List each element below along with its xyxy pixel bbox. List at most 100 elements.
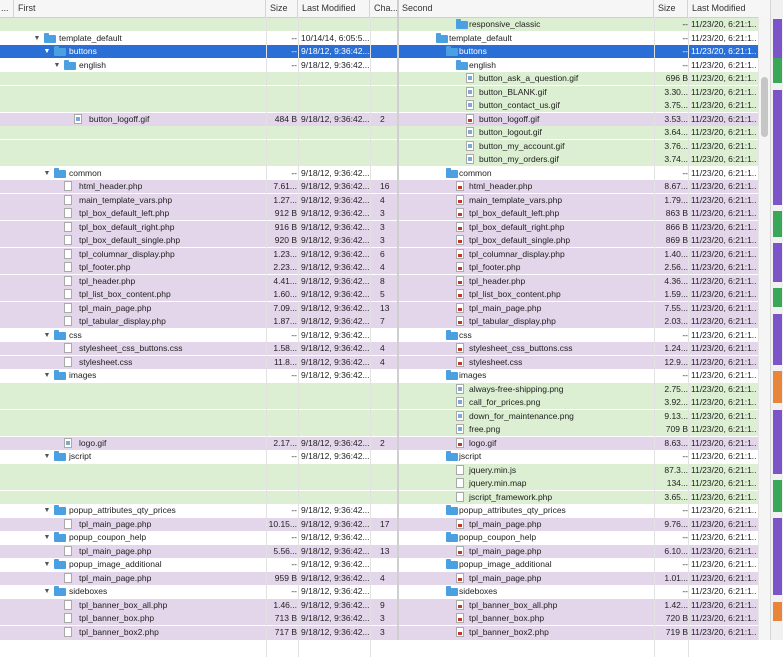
right-row-cell[interactable]: popup_image_additional -- 11/23/20, 6:21:1…	[398, 558, 770, 571]
right-row-cell[interactable]: images -- 11/23/20, 6:21:1...	[398, 369, 770, 382]
right-row-cell[interactable]: down_for_maintenance.png 9.13... 11/23/20,…	[398, 409, 770, 423]
disclosure-triangle-icon[interactable]: ▼	[42, 450, 52, 463]
left-row-cell[interactable]: stylesheet.css 11.8... 9/18/12, 9:36:42...…	[0, 355, 398, 369]
right-row-cell[interactable]: popup_attributes_qty_prices -- 11/23/20, 6…	[398, 504, 770, 517]
disclosure-triangle-icon[interactable]: ▼	[42, 369, 52, 382]
right-row-cell[interactable]: tpl_main_page.php 7.55... 11/23/20, 6:21:1…	[398, 301, 770, 315]
disclosure-triangle-icon[interactable]: ▼	[42, 504, 52, 517]
left-row-cell[interactable]: logo.gif 2.17... 9/18/12, 9:36:42... 2	[0, 436, 398, 450]
left-row-cell[interactable]	[0, 99, 398, 112]
right-row-cell[interactable]: tpl_banner_box.php 720 B 11/23/20, 6:21:1.…	[398, 612, 770, 625]
right-row-cell[interactable]: tpl_box_default_right.php 866 B 11/23/20, …	[398, 220, 770, 234]
right-row-cell[interactable]: css -- 11/23/20, 6:21:1...	[398, 328, 770, 342]
right-row-cell[interactable]: jscript_framework.php 3.65... 11/23/20, 6:…	[398, 490, 770, 504]
left-row-cell[interactable]: button_logoff.gif 484 B 9/18/12, 9:36:42..…	[0, 112, 398, 126]
right-row-cell[interactable]: jscript -- 11/23/20, 6:21:1...	[398, 450, 770, 463]
header-modified-right[interactable]: Last Modified	[688, 0, 758, 17]
right-row-cell[interactable]: stylesheet_css_buttons.css 1.24... 11/23/2…	[398, 342, 770, 355]
left-row-cell[interactable]: ▼ buttons -- 9/18/12, 9:36:42...	[0, 45, 398, 58]
left-row-cell[interactable]	[0, 153, 398, 166]
left-row-cell[interactable]: ▼ common -- 9/18/12, 9:36:42...	[0, 166, 398, 180]
left-row-cell[interactable]: html_header.php 7.61... 9/18/12, 9:36:42..…	[0, 180, 398, 193]
right-row-cell[interactable]: free.png 709 B 11/23/20, 6:21:1...	[398, 423, 770, 436]
left-row-cell[interactable]: tpl_box_default_right.php 916 B 9/18/12, 9…	[0, 220, 398, 234]
header-modified-left[interactable]: Last Modified	[298, 0, 370, 17]
left-row-cell[interactable]: ▼ css -- 9/18/12, 9:36:42...	[0, 328, 398, 342]
difference-overview-strip[interactable]	[770, 0, 783, 640]
right-row-cell[interactable]: tpl_footer.php 2.56... 11/23/20, 6:21:1...	[398, 261, 770, 274]
left-row-cell[interactable]: tpl_list_box_content.php 1.60... 9/18/12, …	[0, 288, 398, 301]
right-row-cell[interactable]: button_my_orders.gif 3.74... 11/23/20, 6:2…	[398, 153, 770, 166]
left-row-cell[interactable]	[0, 463, 398, 477]
left-row-cell[interactable]: tpl_tabular_display.php 1.87... 9/18/12, 9…	[0, 315, 398, 328]
right-row-cell[interactable]: tpl_main_page.php 9.76... 11/23/20, 6:21:1…	[398, 517, 770, 531]
left-row-cell[interactable]: ▼ jscript -- 9/18/12, 9:36:42...	[0, 450, 398, 463]
right-row-cell[interactable]: common -- 11/23/20, 6:21:1...	[398, 166, 770, 180]
left-row-cell[interactable]	[0, 382, 398, 396]
right-row-cell[interactable]: buttons -- 11/23/20, 6:21:1...	[398, 45, 770, 58]
left-row-cell[interactable]: tpl_header.php 4.41... 9/18/12, 9:36:42...…	[0, 274, 398, 288]
disclosure-triangle-icon[interactable]: ▼	[42, 531, 52, 544]
right-row-cell[interactable]: template_default -- 11/23/20, 6:21:1...	[398, 31, 770, 45]
disclosure-triangle-icon[interactable]: ▼	[42, 45, 52, 58]
right-row-cell[interactable]: logo.gif 8.63... 11/23/20, 6:21:1...	[398, 436, 770, 450]
right-row-cell[interactable]: tpl_banner_box2.php 719 B 11/23/20, 6:21:1…	[398, 625, 770, 639]
right-row-cell[interactable]: tpl_list_box_content.php 1.59... 11/23/20,…	[398, 288, 770, 301]
left-row-cell[interactable]: tpl_main_page.php 10.15... 9/18/12, 9:36:4…	[0, 517, 398, 531]
left-row-cell[interactable]	[0, 126, 398, 139]
right-row-cell[interactable]: html_header.php 8.67... 11/23/20, 6:21:1..…	[398, 180, 770, 193]
left-row-cell[interactable]	[0, 490, 398, 504]
left-row-cell[interactable]	[0, 85, 398, 99]
left-row-cell[interactable]: ▼ popup_image_additional -- 9/18/12, 9:36:4…	[0, 558, 398, 571]
right-row-cell[interactable]: tpl_tabular_display.php 2.03... 11/23/20, …	[398, 315, 770, 328]
left-row-cell[interactable]	[0, 18, 398, 31]
header-changes[interactable]: Cha...	[370, 0, 398, 17]
right-row-cell[interactable]: stylesheet.css 12.9... 11/23/20, 6:21:1...	[398, 355, 770, 369]
right-row-cell[interactable]: button_logout.gif 3.64... 11/23/20, 6:21:1…	[398, 126, 770, 139]
left-row-cell[interactable]: tpl_banner_box2.php 717 B 9/18/12, 9:36:42…	[0, 625, 398, 639]
right-row-cell[interactable]: tpl_main_page.php 1.01... 11/23/20, 6:21:1…	[398, 571, 770, 585]
right-row-cell[interactable]: tpl_box_default_left.php 863 B 11/23/20, 6…	[398, 207, 770, 220]
left-row-cell[interactable]: tpl_banner_box_all.php 1.46... 9/18/12, 9:…	[0, 598, 398, 612]
left-row-cell[interactable]: tpl_box_default_single.php 920 B 9/18/12, …	[0, 234, 398, 247]
header-size-left[interactable]: Size	[266, 0, 298, 17]
right-row-cell[interactable]: responsive_classic -- 11/23/20, 6:21:1...	[398, 18, 770, 31]
right-row-cell[interactable]: tpl_box_default_single.php 869 B 11/23/20,…	[398, 234, 770, 247]
header-first[interactable]: First	[14, 0, 266, 17]
pane-divider[interactable]	[397, 0, 399, 640]
left-row-cell[interactable]: ▼ popup_attributes_qty_prices -- 9/18/12, 9…	[0, 504, 398, 517]
left-row-cell[interactable]: tpl_main_page.php 959 B 9/18/12, 9:36:42..…	[0, 571, 398, 585]
right-row-cell[interactable]: button_my_account.gif 3.76... 11/23/20, 6:…	[398, 139, 770, 153]
disclosure-triangle-icon[interactable]: ▼	[42, 329, 52, 342]
left-row-cell[interactable]: tpl_footer.php 2.23... 9/18/12, 9:36:42...…	[0, 261, 398, 274]
left-row-cell[interactable]	[0, 139, 398, 153]
right-row-cell[interactable]: tpl_header.php 4.36... 11/23/20, 6:21:1...	[398, 274, 770, 288]
left-row-cell[interactable]	[0, 396, 398, 409]
right-row-cell[interactable]: button_ask_a_question.gif 696 B 11/23/20, …	[398, 72, 770, 85]
left-row-cell[interactable]: stylesheet_css_buttons.css 1.58... 9/18/12…	[0, 342, 398, 355]
left-row-cell[interactable]	[0, 72, 398, 85]
left-row-cell[interactable]: ▼ popup_coupon_help -- 9/18/12, 9:36:42...	[0, 531, 398, 544]
disclosure-triangle-icon[interactable]: ▼	[42, 585, 52, 598]
left-row-cell[interactable]: ▼ images -- 9/18/12, 9:36:42...	[0, 369, 398, 382]
right-row-cell[interactable]: tpl_columnar_display.php 1.40... 11/23/20,…	[398, 247, 770, 261]
disclosure-triangle-icon[interactable]: ▼	[32, 32, 42, 45]
header-size-right[interactable]: Size	[654, 0, 688, 17]
right-row-cell[interactable]: jquery.min.js 87.3... 11/23/20, 6:21:1...	[398, 463, 770, 477]
header-nav-arrow[interactable]: ...	[0, 0, 14, 17]
left-row-cell[interactable]: ▼ english -- 9/18/12, 9:36:42...	[0, 58, 398, 72]
left-row-cell[interactable]	[0, 409, 398, 423]
disclosure-triangle-icon[interactable]: ▼	[42, 558, 52, 571]
right-row-cell[interactable]: tpl_main_page.php 6.10... 11/23/20, 6:21:1…	[398, 544, 770, 558]
disclosure-triangle-icon[interactable]: ▼	[52, 59, 62, 72]
right-row-cell[interactable]: call_for_prices.png 3.92... 11/23/20, 6:21…	[398, 396, 770, 409]
right-row-cell[interactable]: tpl_banner_box_all.php 1.42... 11/23/20, 6…	[398, 598, 770, 612]
right-row-cell[interactable]: button_BLANK.gif 3.30... 11/23/20, 6:21:1.…	[398, 85, 770, 99]
right-row-cell[interactable]: jquery.min.map 134... 11/23/20, 6:21:1...	[398, 477, 770, 490]
left-row-cell[interactable]: ▼ template_default -- 10/14/14, 6:05:5...	[0, 31, 398, 45]
left-row-cell[interactable]: tpl_banner_box.php 713 B 9/18/12, 9:36:42.…	[0, 612, 398, 625]
right-row-cell[interactable]: sideboxes -- 11/23/20, 6:21:1...	[398, 585, 770, 598]
scrollbar-thumb[interactable]	[761, 77, 768, 137]
header-second[interactable]: Second	[398, 0, 654, 17]
left-row-cell[interactable]: ▼ sideboxes -- 9/18/12, 9:36:42...	[0, 585, 398, 598]
